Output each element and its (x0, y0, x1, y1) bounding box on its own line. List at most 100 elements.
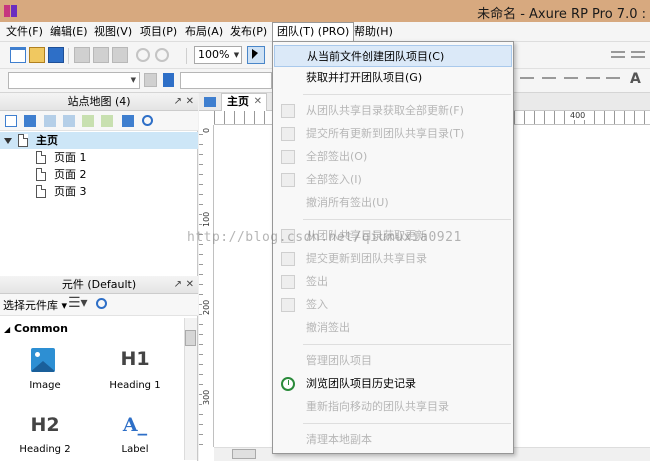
align-center-icon[interactable] (542, 77, 556, 79)
page-icon (36, 151, 46, 164)
tab-home[interactable]: 主页 ✕ (221, 93, 267, 111)
chevron-down-icon[interactable]: ▼ (232, 49, 241, 61)
save-icon[interactable] (48, 47, 64, 63)
menu-help[interactable]: 帮助(H) (350, 22, 397, 42)
text-color-icon[interactable]: A (630, 71, 641, 87)
align-right-icon[interactable] (564, 77, 578, 79)
align-left-icon[interactable] (520, 77, 534, 79)
menu-item-undo-checkout[interactable]: 撤消签出 (274, 317, 512, 339)
menu-lines-icon[interactable]: ☰▾ (68, 295, 88, 311)
select-pointer-icon[interactable] (247, 46, 265, 64)
menu-project[interactable]: 项目(P) (136, 22, 181, 42)
sitemap-panel: 站点地图 (4) ↗ ✕ 主页 页面 1 页面 2 页面 3 (0, 93, 198, 276)
menu-view[interactable]: 视图(V) (90, 22, 136, 42)
pin-icon[interactable]: ↗ (174, 276, 182, 293)
tree-item-label: 主页 (36, 134, 58, 147)
menu-bar: 文件(F) 编辑(E) 视图(V) 项目(P) 布局(A) 发布(P) 团队(T… (0, 22, 650, 43)
paste-icon[interactable] (112, 47, 128, 63)
tree-item-home[interactable]: 主页 (0, 132, 198, 149)
page-icon (36, 168, 46, 181)
search-icon[interactable] (142, 115, 153, 126)
menu-separator (303, 423, 511, 424)
close-icon[interactable]: ✕ (254, 94, 262, 110)
widget-section-common[interactable]: ◢ Common (4, 322, 68, 335)
tree-item-page3[interactable]: 页面 3 (0, 183, 198, 200)
menu-item-manage-team-project[interactable]: 管理团队项目 (274, 350, 512, 372)
redo-icon[interactable] (155, 48, 169, 62)
menu-item-label: 重新指向移动的团队共享目录 (306, 400, 449, 413)
menu-item-browse-history[interactable]: 浏览团队项目历史记录 (274, 373, 512, 395)
menu-file[interactable]: 文件(F) (2, 22, 47, 42)
outdent-icon[interactable] (101, 115, 113, 127)
new-file-icon[interactable] (10, 47, 26, 63)
library-select-label: 选择元件库 (3, 299, 58, 312)
menu-item-label: 撤消签出 (306, 321, 350, 334)
undo-icon[interactable] (136, 48, 150, 62)
move-up-icon[interactable] (44, 115, 56, 127)
send-changes-icon (281, 252, 295, 266)
menu-item-checkout[interactable]: 签出 (274, 271, 512, 293)
search-icon[interactable] (96, 298, 107, 309)
menu-edit[interactable]: 编辑(E) (46, 22, 92, 42)
close-icon[interactable]: ✕ (186, 276, 194, 293)
indent-icon[interactable] (82, 115, 94, 127)
copy-icon[interactable] (93, 47, 109, 63)
tab-label: 主页 (227, 95, 249, 108)
distribute-icon[interactable] (631, 51, 645, 53)
add-page-icon[interactable] (5, 115, 17, 127)
menu-layout[interactable]: 布局(A) (181, 22, 227, 42)
chevron-down-icon: ▼ (130, 76, 136, 84)
tree-item-label: 页面 1 (54, 151, 87, 164)
library-select[interactable]: 选择元件库 ▾ (3, 297, 67, 313)
title-bar: 未命名 - Axure RP Pro 7.0 : (0, 0, 650, 22)
menu-item-label: 清理本地副本 (306, 433, 372, 446)
link-icon[interactable] (606, 77, 620, 79)
add-folder-icon[interactable] (24, 115, 36, 127)
widget-heading2[interactable]: H2 Heading 2 (0, 414, 90, 460)
widget-label: Heading 2 (19, 444, 71, 455)
expand-icon[interactable] (4, 138, 12, 144)
menu-item-undo-all-checkouts[interactable]: 撤消所有签出(U) (274, 192, 512, 214)
canvas-scroll-thumb[interactable] (232, 449, 256, 459)
menu-item-repoint-directory[interactable]: 重新指向移动的团队共享目录 (274, 396, 512, 418)
widgets-scroll-thumb[interactable] (185, 330, 196, 346)
menu-item-create-team-project[interactable]: 从当前文件创建团队项目(C) (274, 45, 512, 67)
menu-item-checkout-all[interactable]: 全部签出(O) (274, 146, 512, 168)
move-down-icon[interactable] (63, 115, 75, 127)
tree-item-page2[interactable]: 页面 2 (0, 166, 198, 183)
widget-heading1[interactable]: H1 Heading 1 (90, 348, 180, 394)
tree-item-label: 页面 3 (54, 185, 87, 198)
tree-item-page1[interactable]: 页面 1 (0, 149, 198, 166)
heading2-icon: H2 (30, 414, 60, 436)
format-painter-icon[interactable] (163, 73, 174, 87)
menu-item-label: 全部签出(O) (306, 150, 368, 163)
delete-page-icon[interactable] (122, 115, 134, 127)
justify-icon[interactable] (586, 77, 600, 79)
menu-item-send-changes[interactable]: 提交更新到团队共享目录 (274, 248, 512, 270)
cut-icon[interactable] (74, 47, 90, 63)
menu-item-checkin[interactable]: 签入 (274, 294, 512, 316)
menu-team[interactable]: 团队(T) (PRO) (272, 22, 355, 43)
widget-image[interactable]: Image (0, 348, 90, 394)
style-edit-icon[interactable] (144, 73, 157, 87)
style-select[interactable] (180, 72, 272, 89)
widget-label[interactable]: A_ Label (90, 414, 180, 460)
menu-publish[interactable]: 发布(P) (226, 22, 271, 42)
pin-icon[interactable]: ↗ (174, 93, 182, 110)
menu-item-send-all-changes[interactable]: 提交所有更新到团队共享目录(T) (274, 123, 512, 145)
align-icon[interactable] (611, 51, 625, 53)
widget-label: Heading 1 (109, 380, 161, 391)
widgets-panel: 元件 (Default) ↗ ✕ 选择元件库 ▾ ☰▾ ◢ Common Ima… (0, 276, 198, 461)
menu-item-get-team-project[interactable]: 获取并打开团队项目(G) (274, 67, 512, 89)
menu-item-clean-local-copy[interactable]: 清理本地副本 (274, 429, 512, 451)
font-family-select[interactable]: ▼ (8, 72, 140, 89)
open-folder-icon[interactable] (29, 47, 45, 63)
menu-item-get-all-changes[interactable]: 从团队共享目录获取全部更新(F) (274, 100, 512, 122)
section-label: Common (14, 322, 68, 335)
close-icon[interactable]: ✕ (186, 93, 194, 110)
widgets-header: 元件 (Default) ↗ ✕ (0, 276, 198, 294)
checkout-icon (281, 150, 295, 164)
sitemap-title: 站点地图 (4) (67, 95, 131, 108)
menu-item-checkin-all[interactable]: 全部签入(I) (274, 169, 512, 191)
ruler-label: 400 (570, 111, 586, 120)
